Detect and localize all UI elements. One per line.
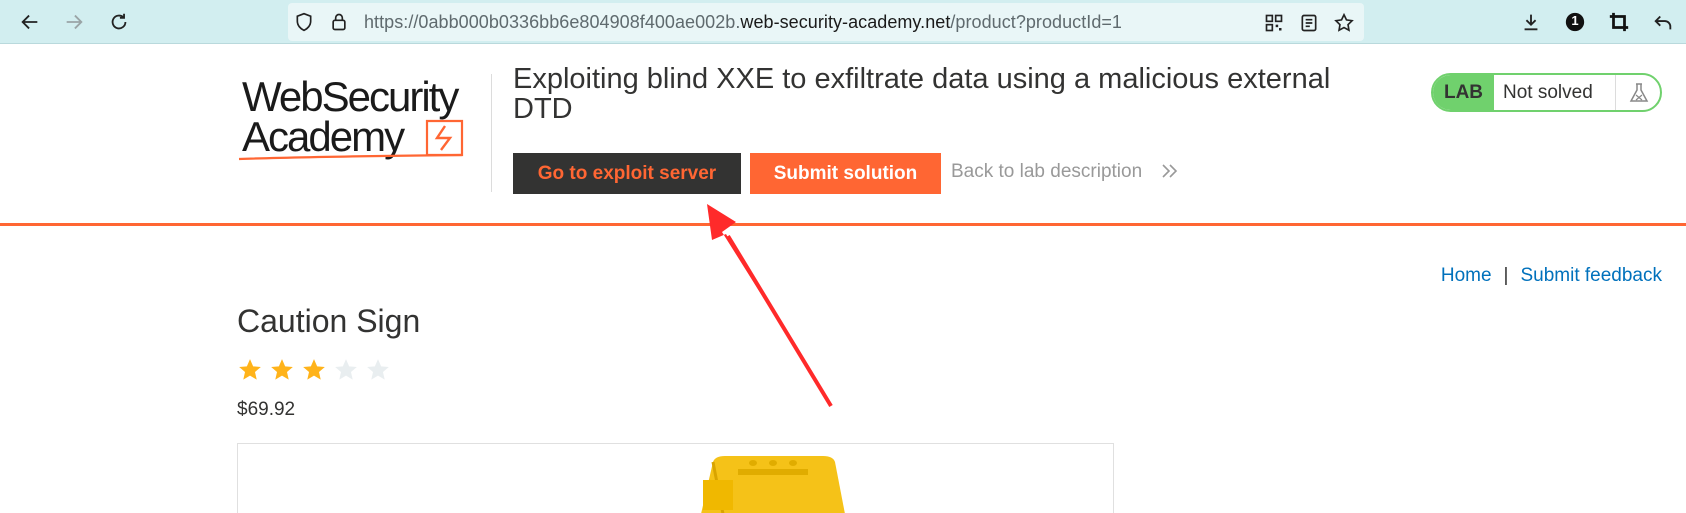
- caution-sign-image: [701, 456, 845, 513]
- url-path: /product?productId=1: [950, 12, 1122, 32]
- arrow-right-icon: [66, 14, 83, 30]
- product-price: $69.92: [237, 399, 296, 420]
- lab-title: Exploiting blind XXE to exfiltrate data …: [513, 63, 1331, 125]
- lock-icon[interactable]: [328, 11, 350, 33]
- lab-tag: LAB: [1433, 75, 1494, 110]
- nav-submit-feedback-link[interactable]: Submit feedback: [1520, 265, 1662, 286]
- browser-toolbar: https://0abb000b0336bb6e804908f400ae002b…: [0, 0, 1686, 44]
- shield-icon[interactable]: [293, 11, 315, 33]
- product-rating: [237, 357, 391, 383]
- star-filled-icon: [303, 359, 325, 380]
- undo-arrow-icon: [1654, 15, 1672, 30]
- forward-button[interactable]: [59, 7, 89, 37]
- crop-tool-button[interactable]: [1604, 7, 1634, 37]
- product-title: Caution Sign: [237, 303, 421, 339]
- url-text[interactable]: https://0abb000b0336bb6e804908f400ae002b…: [364, 12, 1122, 33]
- double-chevron-right-icon[interactable]: [1160, 160, 1180, 182]
- flask-icon: [1615, 75, 1660, 110]
- downloads-button[interactable]: [1516, 7, 1546, 37]
- go-to-exploit-server-button[interactable]: Go to exploit server: [513, 153, 741, 194]
- star-empty-icon: [335, 359, 357, 380]
- top-nav: Home | Submit feedback: [1441, 265, 1662, 287]
- nav-home-link[interactable]: Home: [1441, 265, 1492, 286]
- menu-back-button[interactable]: [1648, 7, 1678, 37]
- submit-solution-button[interactable]: Submit solution: [750, 153, 941, 194]
- url-domain: web-security-academy.net: [740, 12, 951, 32]
- download-icon: [1524, 14, 1538, 31]
- star-empty-icon: [367, 359, 389, 380]
- address-bar[interactable]: https://0abb000b0336bb6e804908f400ae002b…: [288, 3, 1364, 41]
- reload-icon: [111, 13, 127, 30]
- extension-button[interactable]: 1: [1560, 7, 1590, 37]
- qr-code-icon[interactable]: [1262, 11, 1286, 35]
- back-to-lab-description-link[interactable]: Back to lab description: [951, 161, 1142, 183]
- star-filled-icon: [239, 359, 261, 380]
- back-button[interactable]: [15, 7, 45, 37]
- crop-icon: [1609, 12, 1629, 32]
- extension-badge-count: 1: [1571, 13, 1579, 28]
- arrow-left-icon: [21, 14, 38, 30]
- product-image: [237, 443, 1114, 513]
- lab-status-text: Not solved: [1503, 82, 1593, 103]
- url-prefix: https://0abb000b0336bb6e804908f400ae002b…: [364, 12, 741, 32]
- reader-view-icon[interactable]: [1297, 11, 1321, 35]
- nav-separator: |: [1503, 265, 1509, 286]
- star-filled-icon: [271, 359, 293, 380]
- reload-button[interactable]: [104, 7, 134, 37]
- bookmark-star-icon[interactable]: [1332, 11, 1356, 35]
- lab-status-widget: LAB Not solved: [1431, 73, 1662, 112]
- logo-mark-icon: [238, 119, 464, 161]
- header-divider: [491, 74, 492, 192]
